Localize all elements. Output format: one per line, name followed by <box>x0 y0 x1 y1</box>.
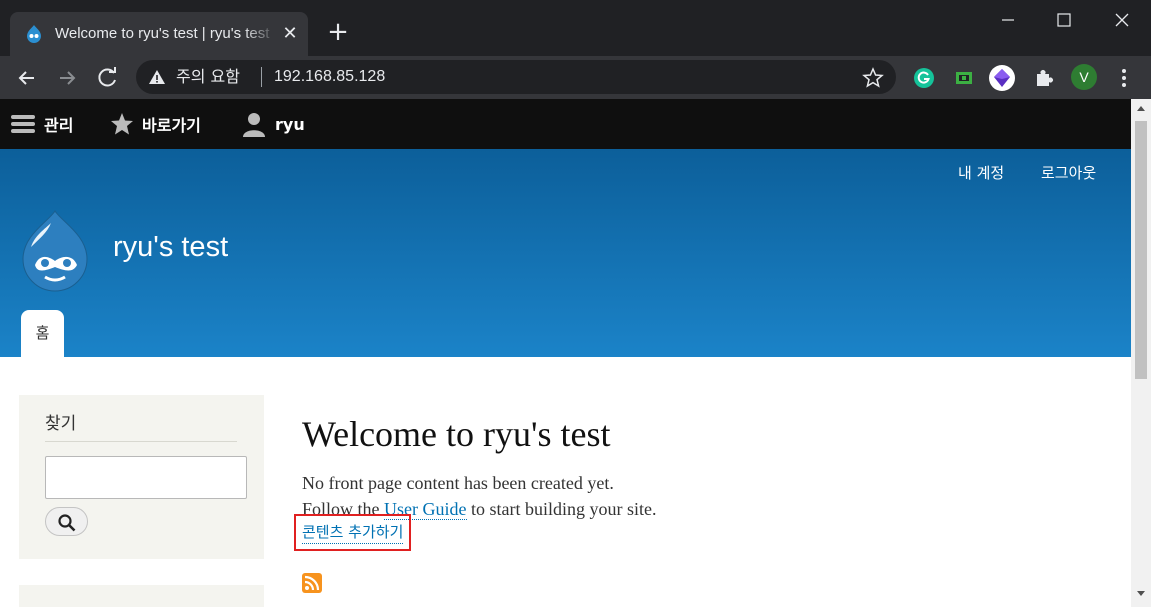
admin-manage-label: 관리 <box>44 116 74 135</box>
drupal-favicon-icon <box>27 25 41 43</box>
tab-title: Welcome to ryu's test | ryu's test <box>55 25 270 42</box>
extension-icon[interactable] <box>988 64 1016 92</box>
scroll-down-arrow-icon[interactable] <box>1135 589 1147 599</box>
site-header: 내 계정 로그아웃 ryu's test 홈 <box>0 149 1131 357</box>
profile-avatar[interactable]: V <box>1071 64 1097 90</box>
minimize-icon[interactable] <box>988 8 1028 32</box>
site-name[interactable]: ryu's test <box>113 229 228 265</box>
highlight-box <box>294 514 411 551</box>
admin-user-label: ryu <box>275 114 305 134</box>
browser-toolbar: 주의 요함 192.168.85.128 V <box>0 56 1151 99</box>
back-arrow-icon[interactable] <box>13 64 41 92</box>
browser-tab-bar: Welcome to ryu's test | ryu's test ✕ + <box>0 0 1151 56</box>
admin-manage[interactable]: 관리 <box>10 99 73 149</box>
new-tab-button[interactable]: + <box>324 18 352 46</box>
admin-shortcuts[interactable]: 바로가기 <box>110 99 201 149</box>
scroll-thumb[interactable] <box>1135 121 1147 379</box>
url-text[interactable]: 192.168.85.128 <box>274 66 385 88</box>
forward-arrow-icon[interactable] <box>53 64 81 92</box>
divider <box>45 441 237 442</box>
extension-icon[interactable] <box>950 64 978 92</box>
search-block: 찾기 <box>19 395 264 559</box>
omnibox-divider <box>261 67 262 87</box>
browser-tab[interactable]: Welcome to ryu's test | ryu's test ✕ <box>10 12 308 56</box>
admin-shortcuts-label: 바로가기 <box>142 116 201 135</box>
tab-close-icon[interactable]: ✕ <box>280 22 300 46</box>
grammarly-icon[interactable] <box>910 64 938 92</box>
search-icon <box>58 514 76 532</box>
body-line-1: No front page content has been created y… <box>302 473 614 493</box>
more-menu-icon[interactable] <box>1112 64 1136 92</box>
scroll-up-arrow-icon[interactable] <box>1135 103 1147 113</box>
admin-user[interactable]: ryu <box>241 99 305 149</box>
sidebar-block <box>19 585 264 607</box>
body-line-2-after: to start building your site. <box>466 499 657 519</box>
my-account-link[interactable]: 내 계정 <box>958 163 1004 183</box>
reload-icon[interactable] <box>94 64 122 92</box>
page-scrollbar[interactable] <box>1131 99 1151 607</box>
page-title: Welcome to ryu's test <box>302 414 611 454</box>
window-close-icon[interactable] <box>1102 8 1142 32</box>
security-label[interactable]: 주의 요함 <box>176 66 240 88</box>
rss-icon[interactable] <box>302 573 322 593</box>
hamburger-icon <box>11 115 35 133</box>
logout-link[interactable]: 로그아웃 <box>1041 163 1096 183</box>
shortcut-star-icon <box>111 113 133 135</box>
maximize-icon[interactable] <box>1044 8 1084 32</box>
address-bar[interactable]: 주의 요함 192.168.85.128 <box>136 60 896 94</box>
search-block-title: 찾기 <box>45 414 77 434</box>
search-input[interactable] <box>45 456 247 499</box>
main-menu-home[interactable]: 홈 <box>21 310 64 357</box>
puzzle-icon[interactable] <box>1030 64 1058 92</box>
bookmark-star-icon[interactable] <box>862 67 884 89</box>
warning-icon <box>149 70 165 84</box>
page-viewport: 관리 바로가기 ryu 내 계정 로그아웃 ryu's test 홈 찾기 We… <box>0 99 1131 607</box>
search-button[interactable] <box>45 507 88 536</box>
user-icon <box>243 113 265 137</box>
admin-toolbar: 관리 바로가기 ryu <box>0 99 1131 149</box>
drupal-logo[interactable] <box>17 209 93 293</box>
